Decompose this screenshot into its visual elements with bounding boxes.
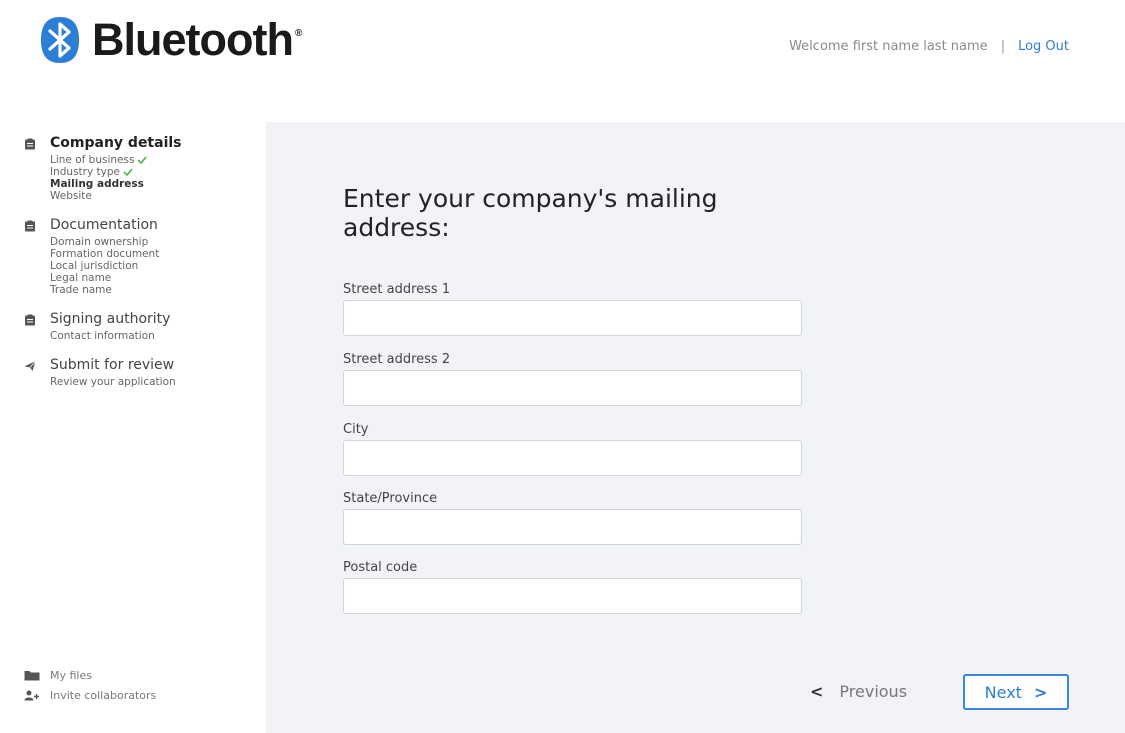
form-title: Enter your company's mailing address: bbox=[343, 184, 718, 242]
sidebar-footer: My files Invite collaborators bbox=[24, 665, 156, 705]
sidebar-nav: Company details Line of business Industr… bbox=[24, 134, 244, 402]
next-button[interactable]: Next > bbox=[963, 674, 1069, 710]
street-address-1-label: Street address 1 bbox=[343, 282, 451, 297]
sidebar-item-contact-information[interactable]: Contact information bbox=[50, 330, 170, 342]
clipboard-icon bbox=[25, 220, 35, 232]
sidebar-item-legal-name[interactable]: Legal name bbox=[50, 272, 159, 284]
previous-button[interactable]: < Previous bbox=[810, 682, 907, 701]
registered-mark: ® bbox=[294, 28, 302, 39]
sidebar-item-formation-document[interactable]: Formation document bbox=[50, 248, 159, 260]
bluetooth-logo-icon bbox=[41, 17, 79, 63]
checkmark-icon bbox=[123, 168, 133, 176]
sidebar-item-label: Formation document bbox=[50, 248, 160, 260]
my-files-link[interactable]: My files bbox=[24, 665, 156, 685]
chevron-right-icon: > bbox=[1033, 682, 1048, 702]
sidebar-item-label: Local jurisdiction bbox=[50, 260, 139, 272]
invite-collaborators-label: Invite collaborators bbox=[50, 688, 157, 702]
street-address-1-input[interactable] bbox=[343, 300, 802, 336]
city-field: City bbox=[343, 422, 802, 476]
sidebar-item-trade-name[interactable]: Trade name bbox=[50, 284, 159, 296]
sidebar-item-label: Contact information bbox=[50, 330, 155, 342]
city-label: City bbox=[343, 422, 369, 437]
sidebar-item-label: Website bbox=[50, 190, 92, 202]
my-files-label: My files bbox=[50, 668, 92, 682]
section-title: Company details bbox=[50, 135, 182, 151]
sidebar-item-domain-ownership[interactable]: Domain ownership bbox=[50, 236, 159, 248]
street-address-2-field: Street address 2 bbox=[343, 352, 802, 406]
sidebar-item-industry-type[interactable]: Industry type bbox=[50, 166, 182, 178]
section-title: Signing authority bbox=[50, 311, 171, 327]
welcome-text: Welcome first name last name bbox=[789, 39, 988, 54]
logout-link[interactable]: Log Out bbox=[1018, 39, 1069, 54]
paper-plane-icon bbox=[24, 360, 36, 371]
clipboard-icon bbox=[25, 138, 35, 150]
street-address-1-field: Street address 1 bbox=[343, 282, 802, 336]
next-label: Next bbox=[984, 682, 1022, 702]
sidebar-item-local-jurisdiction[interactable]: Local jurisdiction bbox=[50, 260, 159, 272]
state-province-input[interactable] bbox=[343, 509, 802, 545]
postal-code-label: Postal code bbox=[343, 560, 418, 575]
folder-icon bbox=[24, 670, 40, 680]
sidebar-item-label: Industry type bbox=[50, 166, 120, 178]
sidebar-item-website[interactable]: Website bbox=[50, 190, 182, 202]
state-province-field: State/Province bbox=[343, 491, 802, 545]
mailing-address-form-panel: Enter your company's mailing address: St… bbox=[266, 122, 1125, 733]
section-title: Documentation bbox=[50, 217, 158, 233]
sidebar-section-documentation[interactable]: Documentation Domain ownership Formation… bbox=[24, 216, 244, 296]
sidebar-item-line-of-business[interactable]: Line of business bbox=[50, 154, 182, 166]
sidebar-section-company-details[interactable]: Company details Line of business Industr… bbox=[24, 134, 244, 202]
user-header: Welcome first name last name | Log Out bbox=[789, 39, 1069, 54]
postal-code-input[interactable] bbox=[343, 578, 802, 614]
street-address-2-label: Street address 2 bbox=[343, 352, 451, 367]
sidebar-item-review-application[interactable]: Review your application bbox=[50, 376, 176, 388]
bluetooth-logo: Bluetooth ® bbox=[38, 14, 302, 65]
postal-code-field: Postal code bbox=[343, 560, 802, 614]
checkmark-icon bbox=[137, 156, 148, 164]
sidebar-item-label: Domain ownership bbox=[50, 236, 149, 248]
sidebar-item-label: Mailing address bbox=[50, 178, 144, 190]
clipboard-icon bbox=[25, 314, 35, 326]
sidebar-item-label: Trade name bbox=[50, 284, 112, 296]
add-user-icon bbox=[24, 690, 39, 700]
city-input[interactable] bbox=[343, 440, 802, 476]
previous-label: Previous bbox=[839, 682, 908, 701]
chevron-left-icon: < bbox=[810, 682, 824, 701]
sidebar-item-label: Legal name bbox=[50, 272, 112, 284]
header-separator: | bbox=[1000, 39, 1006, 54]
page: Bluetooth ® Welcome first name last name … bbox=[0, 0, 1125, 733]
street-address-2-input[interactable] bbox=[343, 370, 802, 406]
sidebar-item-label: Review your application bbox=[50, 376, 176, 388]
brand-name: Bluetooth ® bbox=[92, 14, 302, 65]
state-province-label: State/Province bbox=[343, 491, 438, 506]
sidebar-section-signing-authority[interactable]: Signing authority Contact information bbox=[24, 310, 244, 342]
section-title: Submit for review bbox=[50, 357, 175, 373]
sidebar-section-submit-for-review[interactable]: Submit for review Review your applicatio… bbox=[24, 356, 244, 388]
sidebar-item-mailing-address[interactable]: Mailing address bbox=[50, 178, 182, 190]
invite-collaborators-link[interactable]: Invite collaborators bbox=[24, 685, 156, 705]
sidebar-item-label: Line of business bbox=[50, 154, 135, 166]
